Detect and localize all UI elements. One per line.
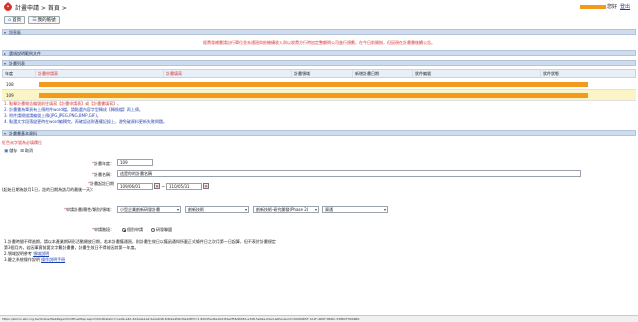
collapse-icon: ▸ <box>4 51 7 56</box>
save-button[interactable]: ▣ 儲存 <box>4 148 17 154</box>
greeting: 您好 <box>607 4 618 10</box>
top-tabs: ⌂ 首頁 ☰ 我的帳號 <box>4 16 60 25</box>
panel-detail-title: 計畫書基本資料 <box>9 131 37 136</box>
cancel-button[interactable]: ⊠ 取消 <box>20 148 33 154</box>
chevron-down-icon: ▾ <box>314 207 317 212</box>
date-hint: (起始日期為該月1日，訖的日期為該月的最後一天)： <box>2 187 96 192</box>
panel-detail[interactable]: ▾ 計畫書基本資料 <box>2 130 636 136</box>
col-application[interactable]: 計畫申請表 <box>36 70 164 77</box>
table-row[interactable]: 109 <box>2 90 636 101</box>
tab-home-label: 首頁 <box>12 18 22 23</box>
chevron-down-icon: ▾ <box>244 207 247 212</box>
year-label: *計畫年度： <box>92 161 114 166</box>
required-hint: 紅色米字號為必填欄位 <box>2 140 42 145</box>
manual-link[interactable]: 操作說明手冊 <box>41 257 65 262</box>
tab-account[interactable]: ☰ 我的帳號 <box>28 16 60 24</box>
col-date[interactable]: 新增計畫日期 <box>353 70 413 77</box>
date-from-input[interactable]: 109/06/01 <box>117 183 153 190</box>
grid-header: 年度 計畫申請表 計畫填寫 計畫領域 新增計畫日期 狀件編號 狀件狀態 <box>2 69 636 78</box>
logout-link[interactable]: 登出 <box>620 3 630 10</box>
plan-name-input[interactable]: 這是你的計畫名稱 <box>117 170 581 177</box>
panel-announce-title: 訊息區 <box>9 30 21 35</box>
name-label: *計畫名稱： <box>92 172 114 177</box>
col-year[interactable]: 年度 <box>3 70 36 77</box>
panel-files-title: 選項說明範例文件 <box>9 51 41 56</box>
radio-label: 研發聯盟 <box>156 227 172 232</box>
footer-notes: 1.計畫時間不得逾期，請以本產業期研形活動開放日期，若本計畫獲通過，則計畫生效日… <box>4 239 634 263</box>
radio-dot <box>151 228 155 232</box>
row-year: 109 <box>6 93 14 98</box>
field-select[interactable]: 資通 ▾ <box>322 206 388 213</box>
browser-status-url: https://sbirxn.sbir.org.tw/Online/WebPag… <box>0 315 638 322</box>
note-4: 4. 點選文字段落變更時在word編輯完，再確認送財產權記錄上，避免破資料更新失… <box>4 119 167 124</box>
collapse-icon: ▾ <box>4 30 7 35</box>
redacted-row-content <box>39 93 588 98</box>
calendar-icon[interactable]: ▦ <box>203 183 209 189</box>
domain-help-link[interactable]: 領域說明 <box>33 251 49 256</box>
date-to-input[interactable]: 110/05/31 <box>166 183 202 190</box>
collapse-icon: ▾ <box>4 131 7 136</box>
panel-list-title: 計畫列表 <box>9 61 25 66</box>
stage-individual-radio[interactable]: 個別申請 <box>122 227 143 233</box>
col-case-no[interactable]: 狀件編號 <box>413 70 541 77</box>
cancel-icon: ⊠ <box>20 148 25 154</box>
attribute-select[interactable]: 創新技術 ▾ <box>185 206 249 213</box>
username-redacted <box>580 5 606 9</box>
row-year: 108 <box>6 82 14 87</box>
stage-label: *申請階段： <box>92 227 114 232</box>
footer-note-3: 3.鍵之系統操作說明 操作說明手冊 <box>4 257 66 262</box>
tab-home[interactable]: ⌂ 首頁 <box>4 16 26 24</box>
detail-toolbar: ▣ 儲存 ⊠ 取消 <box>4 148 33 154</box>
stage-alliance-radio[interactable]: 研發聯盟 <box>151 227 172 233</box>
collapse-icon: ▾ <box>4 61 7 66</box>
category-select[interactable]: 創新技術-研究開發(Phase 2) ▾ <box>253 206 319 213</box>
panel-announce[interactable]: ▾ 訊息區 <box>2 29 636 35</box>
tab-account-label: 我的帳號 <box>37 18 56 23</box>
instruction-notes: 1. 點擊計畫報告編號前往填寫【計畫申請表】或【計畫書填寫】。 2. 計畫書為單… <box>4 101 634 125</box>
col-case-status[interactable]: 狀件狀態 <box>541 70 635 77</box>
year-input[interactable]: 109 <box>117 159 153 166</box>
date-separator: ~ <box>161 184 165 189</box>
panel-list[interactable]: ▾ 計畫列表 <box>2 60 636 66</box>
home-icon: ⌂ <box>8 16 12 23</box>
top-bar: 計畫申請 > 首頁 > 您好 登出 <box>0 0 638 14</box>
col-fill[interactable]: 計畫填寫 <box>164 70 292 77</box>
plan-type-select[interactable]: 小型企業創新研發計畫 ▾ <box>117 206 181 213</box>
redacted-row-content <box>39 82 588 87</box>
save-label: 儲存 <box>9 148 18 153</box>
breadcrumb: 計畫申請 > 首頁 > <box>15 5 67 12</box>
chevron-down-icon: ▾ <box>383 207 386 212</box>
panel-files[interactable]: ▸ 選項說明範例文件 <box>2 50 636 56</box>
category-label: *申請計畫/屬性/類別/領域： <box>63 207 114 212</box>
announcement-text: 經費發補書請自行單位並未通過與依機構收入與以收費方行時加定整顧問公司進行規劃，在… <box>203 40 435 45</box>
radio-label: 個別申請 <box>127 227 143 232</box>
account-icon: ☰ <box>32 16 37 23</box>
chevron-down-icon: ▾ <box>176 207 179 212</box>
save-icon: ▣ <box>4 148 9 154</box>
cancel-label: 取消 <box>25 148 34 153</box>
logo-icon <box>4 2 12 11</box>
col-field[interactable]: 計畫領域 <box>292 70 353 77</box>
table-row[interactable]: 108 <box>2 79 636 90</box>
calendar-icon[interactable]: ▦ <box>154 183 160 189</box>
radio-dot <box>122 228 126 232</box>
